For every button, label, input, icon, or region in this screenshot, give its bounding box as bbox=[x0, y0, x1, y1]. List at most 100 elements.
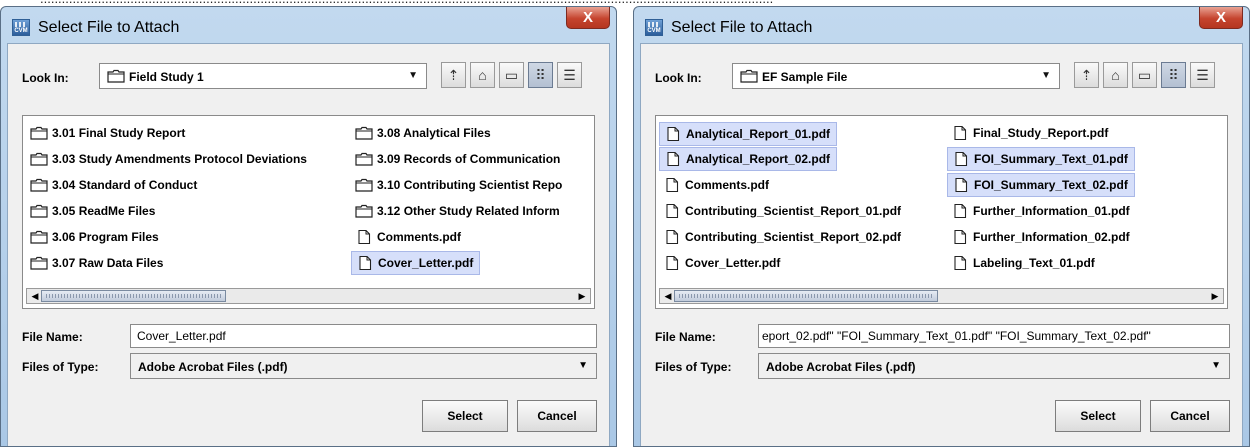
list-item[interactable]: Final_Study_Report.pdf bbox=[947, 122, 1114, 144]
list-item-selected[interactable]: Analytical_Report_02.pdf bbox=[659, 147, 838, 171]
files-of-type-combo[interactable]: Adobe Acrobat Files (.pdf) ▼ bbox=[130, 353, 597, 379]
chevron-down-icon: ▼ bbox=[578, 360, 588, 371]
select-button[interactable]: Select bbox=[422, 400, 508, 432]
list-item-label: 3.09 Records of Communication bbox=[377, 152, 561, 166]
close-button[interactable]: X bbox=[566, 7, 610, 29]
cvm-app-icon: CVM bbox=[12, 19, 30, 36]
pdf-file-icon bbox=[667, 127, 680, 141]
select-button[interactable]: Select bbox=[1055, 400, 1141, 432]
scroll-right-icon[interactable]: ▶ bbox=[1208, 290, 1222, 302]
list-item[interactable]: 3.01 Final Study Report bbox=[26, 122, 191, 144]
look-in-label: Look In: bbox=[655, 71, 702, 85]
pdf-file-icon bbox=[955, 152, 968, 166]
new-folder-button[interactable]: ▭ bbox=[1132, 62, 1157, 88]
list-item-label: Cover_Letter.pdf bbox=[685, 256, 781, 270]
home-button[interactable]: ⌂ bbox=[1103, 62, 1128, 88]
list-item[interactable]: 3.06 Program Files bbox=[26, 226, 165, 248]
new-folder-button[interactable]: ▭ bbox=[499, 62, 524, 88]
list-item[interactable]: 3.09 Records of Communication bbox=[351, 148, 566, 170]
list-item[interactable]: 3.04 Standard of Conduct bbox=[26, 174, 203, 196]
folder-icon bbox=[30, 178, 48, 192]
list-item[interactable]: Further_Information_01.pdf bbox=[947, 200, 1136, 222]
details-view-button[interactable]: ☰ bbox=[557, 62, 582, 88]
scroll-left-icon[interactable]: ◀ bbox=[28, 290, 42, 302]
list-item-label: 3.12 Other Study Related Inform bbox=[377, 204, 560, 218]
list-item-label: FOI_Summary_Text_01.pdf bbox=[974, 152, 1128, 166]
list-item-selected[interactable]: Cover_Letter.pdf bbox=[351, 251, 481, 275]
list-item[interactable]: 3.03 Study Amendments Protocol Deviation… bbox=[26, 148, 313, 170]
list-item-label: Further_Information_01.pdf bbox=[973, 204, 1130, 218]
list-item-label: Contributing_Scientist_Report_01.pdf bbox=[685, 204, 902, 218]
new-folder-icon: ▭ bbox=[504, 67, 519, 83]
chevron-down-icon: ▼ bbox=[408, 70, 418, 81]
list-item-selected[interactable]: FOI_Summary_Text_02.pdf bbox=[947, 173, 1135, 197]
look-in-combo[interactable]: Field Study 1 ▼ bbox=[99, 63, 427, 89]
list-item[interactable]: 3.07 Raw Data Files bbox=[26, 252, 169, 274]
pdf-file-icon bbox=[666, 230, 679, 244]
list-item[interactable]: Cover_Letter.pdf bbox=[659, 252, 786, 274]
new-folder-icon: ▭ bbox=[1137, 67, 1152, 83]
dialog-title: Select File to Attach bbox=[38, 19, 180, 36]
list-item[interactable]: Contributing_Scientist_Report_02.pdf bbox=[659, 226, 907, 248]
file-list-items: Analytical_Report_01.pdf Analytical_Repo… bbox=[659, 122, 1227, 282]
list-view-button[interactable]: ⠿ bbox=[1161, 62, 1186, 88]
list-item-selected[interactable]: Analytical_Report_01.pdf bbox=[659, 122, 838, 146]
list-item[interactable]: Labeling_Text_01.pdf bbox=[947, 252, 1101, 274]
look-in-value: Field Study 1 bbox=[129, 70, 204, 84]
scrollbar-thumb[interactable] bbox=[674, 290, 938, 302]
files-of-type-value: Adobe Acrobat Files (.pdf) bbox=[766, 360, 916, 374]
file-name-input[interactable]: eport_02.pdf" "FOI_Summary_Text_01.pdf" … bbox=[758, 324, 1230, 348]
list-view-icon: ⠿ bbox=[1168, 67, 1179, 83]
list-item-selected[interactable]: FOI_Summary_Text_01.pdf bbox=[947, 147, 1135, 171]
files-of-type-label: Files of Type: bbox=[22, 360, 99, 374]
pdf-file-icon bbox=[667, 152, 680, 166]
cancel-button[interactable]: Cancel bbox=[1150, 400, 1230, 432]
list-item[interactable]: Comments.pdf bbox=[351, 226, 467, 248]
select-file-dialog-1: CVM Select File to Attach X Look In: Fie… bbox=[0, 6, 617, 447]
pdf-file-icon bbox=[954, 126, 967, 140]
horizontal-scrollbar[interactable]: ◀ ▶ bbox=[659, 288, 1224, 304]
list-item[interactable]: Further_Information_02.pdf bbox=[947, 226, 1136, 248]
list-item-label: 3.08 Analytical Files bbox=[377, 126, 491, 140]
list-item[interactable]: 3.05 ReadMe Files bbox=[26, 200, 161, 222]
file-name-label: File Name: bbox=[22, 330, 83, 344]
folder-icon bbox=[355, 152, 373, 166]
chevron-down-icon: ▼ bbox=[1211, 360, 1221, 371]
home-button[interactable]: ⌂ bbox=[470, 62, 495, 88]
list-item[interactable]: 3.12 Other Study Related Inform bbox=[351, 200, 566, 222]
scroll-right-icon[interactable]: ▶ bbox=[575, 290, 589, 302]
folder-icon bbox=[107, 69, 125, 83]
list-item-label: Analytical_Report_01.pdf bbox=[686, 127, 831, 141]
list-item-label: Cover_Letter.pdf bbox=[378, 256, 474, 270]
scroll-left-icon[interactable]: ◀ bbox=[661, 290, 675, 302]
list-item[interactable]: Comments.pdf bbox=[659, 174, 775, 196]
details-view-button[interactable]: ☰ bbox=[1190, 62, 1215, 88]
list-item[interactable]: Contributing_Scientist_Report_01.pdf bbox=[659, 200, 907, 222]
list-item[interactable]: 3.08 Analytical Files bbox=[351, 122, 497, 144]
file-name-input[interactable]: Cover_Letter.pdf bbox=[130, 324, 597, 348]
horizontal-scrollbar[interactable]: ◀ ▶ bbox=[26, 288, 591, 304]
look-in-combo[interactable]: EF Sample File ▼ bbox=[732, 63, 1060, 89]
home-icon: ⌂ bbox=[478, 67, 487, 83]
pdf-file-icon bbox=[955, 178, 968, 192]
details-view-icon: ☰ bbox=[563, 67, 576, 83]
cvm-app-icon: CVM bbox=[645, 19, 663, 36]
file-list[interactable]: 3.01 Final Study Report 3.03 Study Amend… bbox=[22, 115, 595, 309]
file-list[interactable]: Analytical_Report_01.pdf Analytical_Repo… bbox=[655, 115, 1228, 309]
scrollbar-thumb[interactable] bbox=[41, 290, 226, 302]
chevron-down-icon: ▼ bbox=[1041, 70, 1051, 81]
title-bar[interactable]: CVM Select File to Attach X bbox=[634, 7, 1249, 41]
up-folder-button[interactable]: ⇡ bbox=[1074, 62, 1099, 88]
list-view-button[interactable]: ⠿ bbox=[528, 62, 553, 88]
up-folder-icon: ⇡ bbox=[447, 67, 460, 83]
list-item-label: 3.06 Program Files bbox=[52, 230, 159, 244]
cancel-button[interactable]: Cancel bbox=[517, 400, 597, 432]
list-item-label: Labeling_Text_01.pdf bbox=[973, 256, 1095, 270]
close-button[interactable]: X bbox=[1199, 7, 1243, 29]
list-item-label: FOI_Summary_Text_02.pdf bbox=[974, 178, 1128, 192]
list-item[interactable]: 3.10 Contributing Scientist Repo bbox=[351, 174, 568, 196]
title-bar[interactable]: CVM Select File to Attach X bbox=[1, 7, 616, 41]
up-folder-button[interactable]: ⇡ bbox=[441, 62, 466, 88]
pdf-file-icon bbox=[359, 256, 372, 270]
files-of-type-combo[interactable]: Adobe Acrobat Files (.pdf) ▼ bbox=[758, 353, 1230, 379]
